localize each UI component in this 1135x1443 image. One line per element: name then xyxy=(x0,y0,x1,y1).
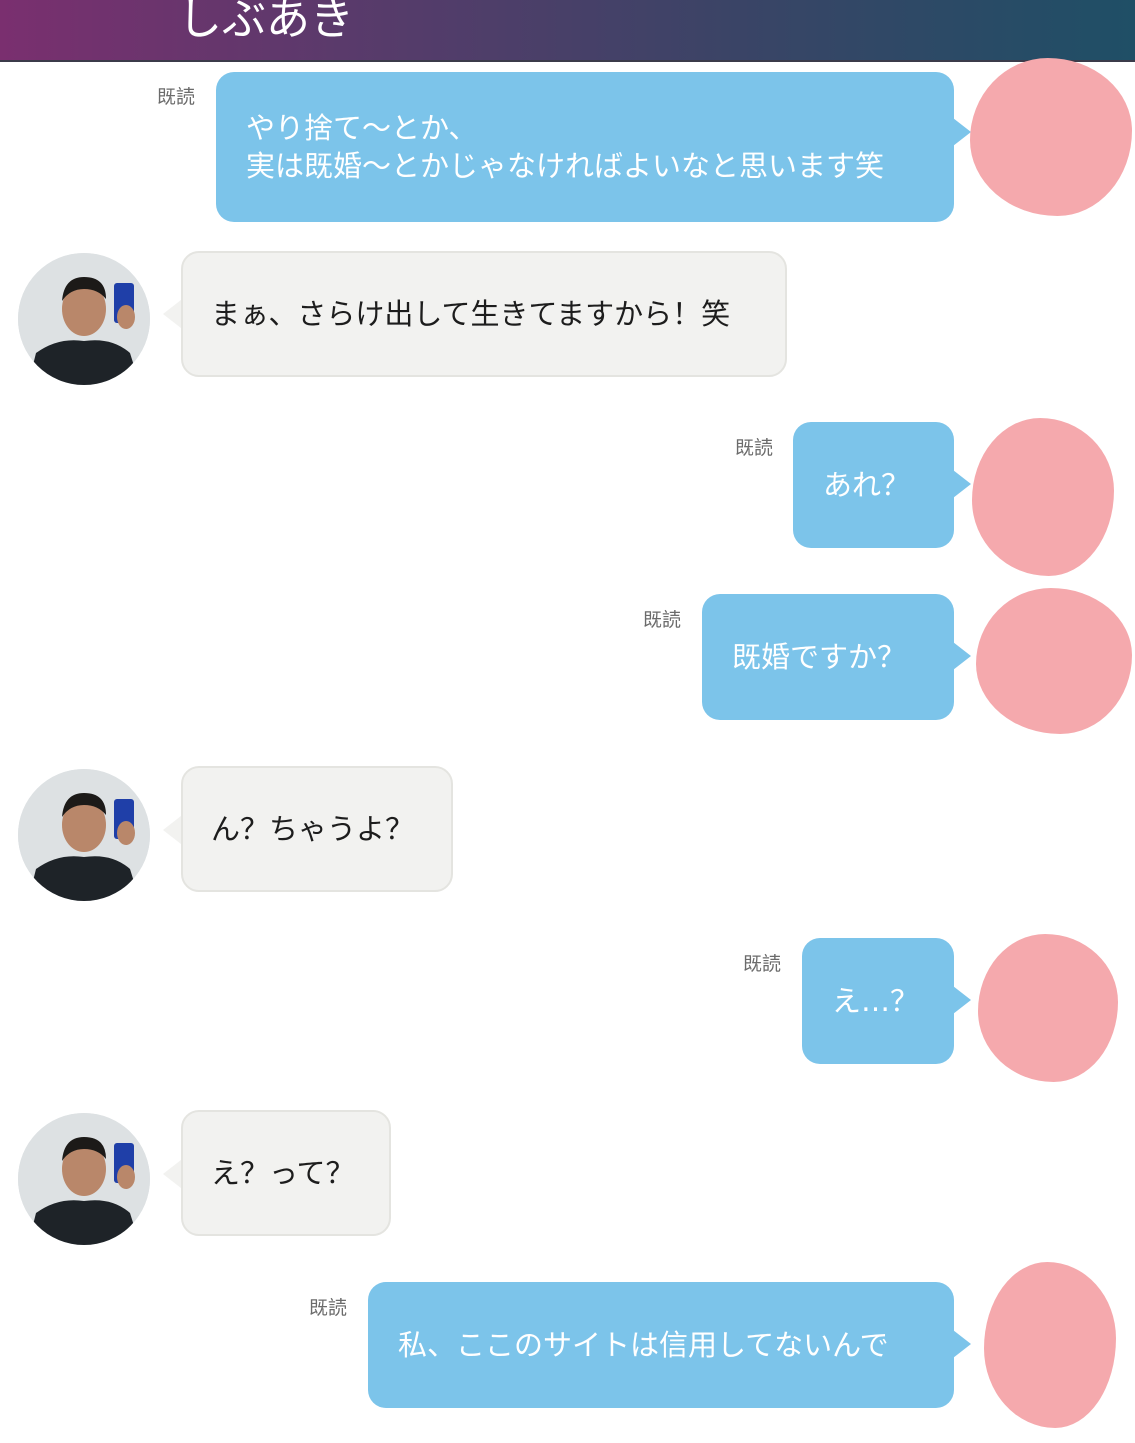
avatar[interactable] xyxy=(18,1113,150,1245)
bubble-tail xyxy=(163,816,181,844)
bubble-tail xyxy=(953,1330,971,1358)
person-avatar-icon xyxy=(18,253,150,385)
read-receipt: 既読 xyxy=(743,953,782,975)
redacted-avatar xyxy=(978,934,1118,1082)
avatar[interactable] xyxy=(18,769,150,901)
contact-name: しぶあき xyxy=(178,0,354,45)
chat-header: しぶあき xyxy=(0,0,1135,60)
bubble-tail xyxy=(163,300,181,328)
bubble-tail xyxy=(953,118,971,146)
outgoing-message[interactable]: 私、ここのサイトは信用してないんで xyxy=(368,1282,954,1408)
avatar[interactable] xyxy=(18,253,150,385)
bubble-tail xyxy=(953,986,971,1014)
read-receipt: 既読 xyxy=(735,437,774,459)
bubble-tail xyxy=(953,470,971,498)
redacted-avatar xyxy=(970,58,1132,216)
bubble-tail xyxy=(163,1160,181,1188)
person-avatar-icon xyxy=(18,1113,150,1245)
person-avatar-icon xyxy=(18,769,150,901)
outgoing-message[interactable]: やり捨て〜とか、 実は既婚〜とかじゃなければよいなと思います笑 xyxy=(216,72,954,222)
bubble-tail xyxy=(953,642,971,670)
header-divider xyxy=(0,60,1135,62)
incoming-message[interactable]: まぁ、さらけ出して生きてますから！笑 xyxy=(181,251,787,377)
read-receipt: 既読 xyxy=(309,1297,348,1319)
redacted-avatar xyxy=(976,588,1132,734)
read-receipt: 既読 xyxy=(157,86,196,108)
outgoing-message[interactable]: え…？ xyxy=(802,938,954,1064)
read-receipt: 既読 xyxy=(643,609,682,631)
redacted-avatar xyxy=(984,1262,1116,1428)
outgoing-message[interactable]: あれ？ xyxy=(793,422,954,548)
incoming-message[interactable]: ん？ちゃうよ？ xyxy=(181,766,453,892)
redacted-avatar xyxy=(972,418,1114,576)
incoming-message[interactable]: え？って？ xyxy=(181,1110,391,1236)
outgoing-message[interactable]: 既婚ですか？ xyxy=(702,594,954,720)
